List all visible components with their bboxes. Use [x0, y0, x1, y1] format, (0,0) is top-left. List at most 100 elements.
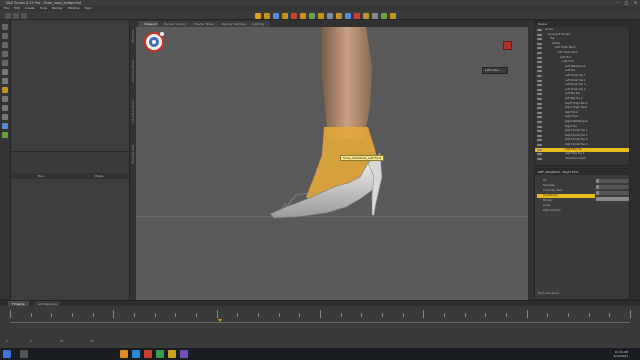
visibility-eye-icon[interactable] — [537, 148, 542, 151]
visibility-eye-icon[interactable] — [537, 116, 542, 119]
figure-render[interactable] — [136, 27, 528, 300]
scene-tree-item[interactable]: Left Big Toe 2 — [535, 97, 629, 101]
tool-icon[interactable] — [2, 96, 8, 102]
open-icon[interactable] — [13, 12, 19, 19]
system-clock[interactable]: 10:44 AM 5/12/2021 — [614, 350, 628, 358]
scene-tree-item[interactable]: Left Thigh Bend — [535, 46, 629, 50]
region-nav-icon[interactable] — [345, 12, 351, 19]
visibility-eye-icon[interactable] — [537, 52, 542, 54]
start-frame[interactable]: 0 — [6, 340, 8, 343]
3d-viewport[interactable]: Left View Shoe_Stiletto01_Left Foot — [136, 27, 528, 300]
visibility-eye-icon[interactable] — [537, 134, 542, 137]
visibility-eye-icon[interactable] — [537, 111, 542, 114]
parameter-slider[interactable] — [596, 197, 629, 201]
tool-icon[interactable] — [2, 105, 8, 111]
app-icon[interactable] — [180, 350, 188, 358]
visibility-eye-icon[interactable] — [537, 121, 542, 123]
visibility-eye-icon[interactable] — [537, 38, 542, 41]
scene-tree-item[interactable]: Right Big Toe 2 — [535, 152, 629, 156]
parameter-group-item[interactable]: Morphs — [537, 199, 595, 203]
scene-tree-item[interactable]: Left Small Toe 1 — [535, 74, 629, 78]
visibility-eye-icon[interactable] — [537, 125, 542, 128]
render-settings-icon[interactable] — [363, 12, 369, 19]
tool-icon[interactable] — [2, 60, 8, 66]
parameter-group-item[interactable]: All — [537, 179, 595, 183]
visibility-eye-icon[interactable] — [537, 153, 542, 156]
left-lower-pane[interactable] — [11, 179, 129, 300]
edge-icon[interactable] — [132, 350, 140, 358]
visibility-eye-icon[interactable] — [537, 65, 542, 68]
scene-tree-item[interactable]: Right Small Toe 3 — [535, 138, 629, 142]
show-sub-items-checkbox[interactable]: Show Sub Items — [538, 292, 559, 295]
parameter-slider[interactable] — [596, 179, 629, 183]
vtab-smart-content[interactable]: Smart Content — [131, 60, 135, 82]
vtab-tool-settings[interactable]: Tool Settings — [131, 145, 135, 164]
timeline-panel[interactable]: 0 0 30 30 — [0, 306, 640, 348]
app-icon[interactable] — [144, 350, 152, 358]
spot-render-icon[interactable] — [327, 12, 333, 19]
tool-icon[interactable] — [2, 69, 8, 75]
parameter-slider[interactable] — [596, 185, 629, 189]
scale-tool-icon[interactable] — [282, 12, 288, 19]
parameter-group-item[interactable]: Scale — [537, 204, 595, 208]
scene-tree-item[interactable]: Scene — [535, 28, 629, 32]
explorer-icon[interactable] — [120, 350, 128, 358]
content-library-icon[interactable] — [390, 12, 396, 19]
tool-icon[interactable] — [2, 132, 8, 138]
visibility-eye-icon[interactable] — [537, 42, 542, 45]
visibility-eye-icon[interactable] — [537, 75, 542, 77]
rotate-tool-icon[interactable] — [273, 12, 279, 19]
smart-content-icon[interactable] — [381, 12, 387, 19]
scene-tree-item[interactable]: Left Small Toe 3 — [535, 83, 629, 87]
translate-tool-icon[interactable] — [264, 12, 270, 19]
app-icon[interactable] — [156, 350, 164, 358]
active-pose-icon[interactable] — [336, 12, 342, 19]
tool-icon[interactable] — [2, 123, 8, 129]
universal-tool-icon[interactable] — [255, 12, 261, 19]
visibility-eye-icon[interactable] — [537, 79, 542, 82]
parameter-group-item[interactable]: Favorites — [537, 184, 595, 188]
search-icon[interactable] — [20, 350, 28, 358]
surface-selection-icon[interactable] — [309, 12, 315, 19]
visibility-eye-icon[interactable] — [537, 102, 542, 105]
node-weight-icon[interactable] — [291, 12, 297, 19]
scene-tree-item[interactable]: Left Big Toe — [535, 92, 629, 96]
scene-tree-item[interactable]: Abdomen Lower — [535, 157, 629, 161]
visibility-eye-icon[interactable] — [537, 29, 542, 31]
geometry-editor-icon[interactable] — [318, 12, 324, 19]
fps-field[interactable]: 30 — [90, 340, 93, 343]
scene-tree-item[interactable]: Right Thigh Twist — [535, 106, 629, 110]
visibility-eye-icon[interactable] — [537, 84, 542, 87]
parameter-slider[interactable] — [596, 191, 629, 195]
tool-icon[interactable] — [2, 51, 8, 57]
visibility-eye-icon[interactable] — [537, 139, 542, 142]
tool-icon[interactable] — [2, 24, 8, 30]
vtab-surfaces[interactable]: Surfaces — [131, 30, 135, 43]
visibility-eye-icon[interactable] — [537, 70, 542, 73]
current-frame[interactable]: 0 — [30, 340, 32, 343]
vtab-content-library[interactable]: Content Library — [131, 100, 135, 123]
visibility-eye-icon[interactable] — [537, 107, 542, 110]
visibility-eye-icon[interactable] — [537, 93, 542, 96]
tool-icon[interactable] — [2, 78, 8, 84]
scene-tree-item[interactable]: Right Small Toe 1 — [535, 129, 629, 133]
end-frame[interactable]: 30 — [60, 340, 63, 343]
scene-tree-item[interactable]: Right Metatarsals — [535, 120, 629, 124]
visibility-eye-icon[interactable] — [537, 47, 542, 50]
joint-editor-icon[interactable] — [300, 12, 306, 19]
visibility-eye-icon[interactable] — [537, 61, 542, 64]
scene-tree-item[interactable]: Left Thigh Twist — [535, 51, 629, 55]
visibility-eye-icon[interactable] — [537, 144, 542, 146]
tool-icon[interactable] — [2, 33, 8, 39]
visibility-eye-icon[interactable] — [537, 56, 542, 59]
render-icon[interactable] — [354, 12, 360, 19]
tool-icon[interactable] — [2, 87, 8, 93]
visibility-eye-icon[interactable] — [537, 98, 542, 100]
scene-tree-item[interactable]: Left Foot — [535, 60, 629, 64]
scene-tree-item[interactable]: Left Toe — [535, 69, 629, 73]
parameter-group-item[interactable]: Pose Controls — [537, 209, 595, 213]
scene-tree-item[interactable]: Right Small Toe 4 — [535, 143, 629, 147]
parameter-group-item[interactable]: Transforms — [537, 194, 595, 198]
scene-tree-item[interactable]: Hip — [535, 37, 629, 41]
start-icon[interactable] — [3, 350, 11, 358]
